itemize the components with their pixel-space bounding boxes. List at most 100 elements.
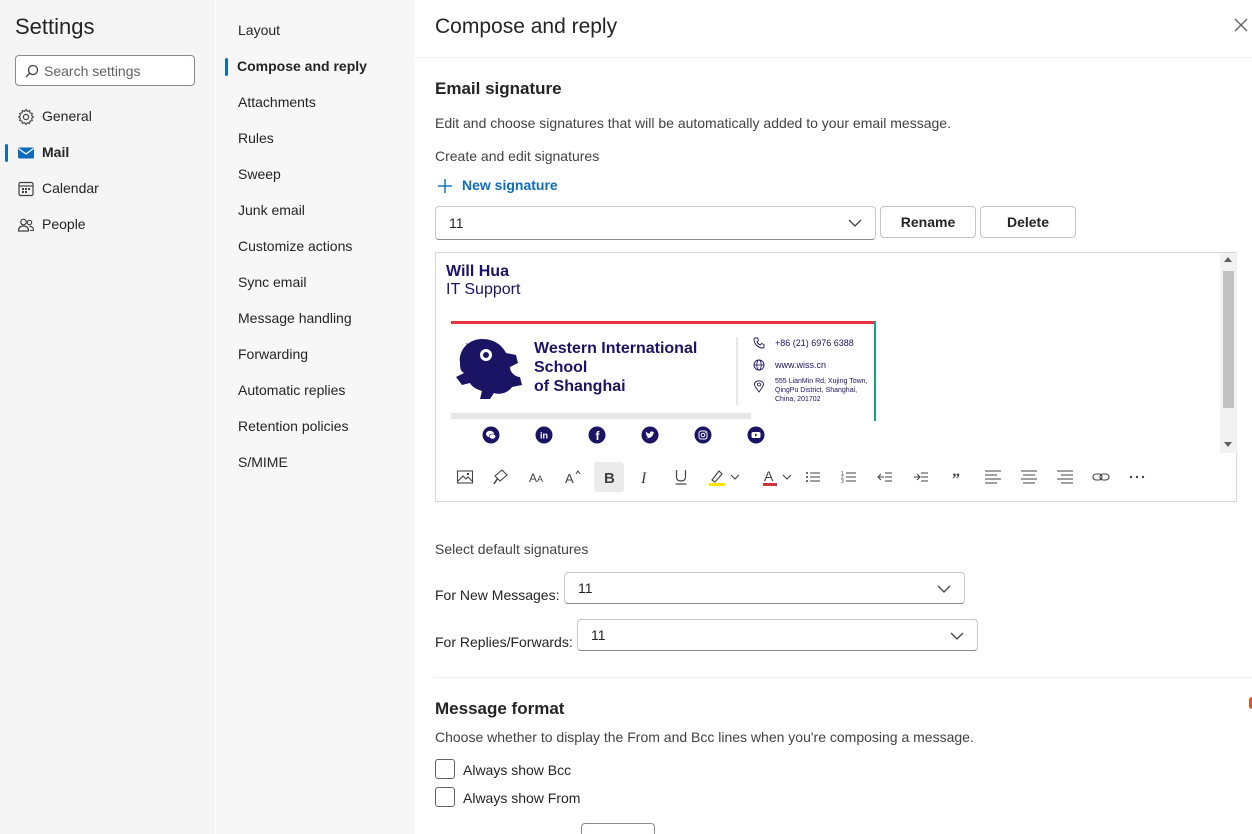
nav-automatic-replies[interactable]: Automatic replies [215, 373, 415, 409]
scroll-thumb[interactable] [1223, 271, 1234, 408]
highlight-button[interactable] [702, 462, 748, 492]
scroll-down-arrow[interactable] [1224, 442, 1232, 447]
align-center-button[interactable] [1014, 462, 1044, 492]
font-size-icon: AA [529, 471, 543, 485]
signature-select[interactable]: 11 [435, 206, 876, 240]
always-show-from-checkbox[interactable] [435, 787, 455, 807]
nav-customize-actions[interactable]: Customize actions [215, 229, 415, 265]
close-icon[interactable] [1233, 17, 1249, 33]
align-right-button[interactable] [1050, 462, 1080, 492]
category-label: General [42, 108, 92, 124]
grow-font-button[interactable]: A [558, 462, 588, 492]
bullets-button[interactable] [798, 462, 828, 492]
nav-sweep[interactable]: Sweep [215, 157, 415, 193]
format-painter-button[interactable] [486, 462, 516, 492]
nav-attachments[interactable]: Attachments [215, 85, 415, 121]
linkedin-icon[interactable]: in [535, 426, 553, 444]
always-show-bcc-label[interactable]: Always show Bcc [463, 762, 571, 778]
more-options-button[interactable] [1122, 462, 1152, 492]
align-right-icon [1057, 470, 1073, 484]
nav-junk-email[interactable]: Junk email [215, 193, 415, 229]
plus-icon [438, 179, 452, 193]
replies-signature-select[interactable]: 11 [577, 619, 978, 651]
school-lion-logo [456, 339, 522, 399]
nav-compose-and-reply[interactable]: Compose and reply [215, 49, 415, 85]
nav-layout[interactable]: Layout [215, 13, 415, 49]
nav-retention-policies[interactable]: Retention policies [215, 409, 415, 445]
instagram-icon[interactable] [694, 426, 712, 444]
insert-image-button[interactable] [450, 462, 480, 492]
chevron-down-icon [848, 219, 862, 227]
numbering-icon: 123 [841, 471, 856, 485]
category-calendar[interactable]: Calendar [0, 171, 214, 207]
link-button[interactable] [1086, 462, 1116, 492]
scroll-up-arrow[interactable] [1224, 257, 1232, 262]
calendar-icon [18, 181, 34, 197]
font-size-button[interactable]: AA [522, 462, 552, 492]
facebook-icon[interactable]: f [588, 426, 606, 444]
create-signatures-label: Create and edit signatures [435, 148, 600, 164]
nav-forwarding[interactable]: Forwarding [215, 337, 415, 373]
nav-smime[interactable]: S/MIME [215, 445, 415, 481]
editor-toolbar: AA A B I A 123 ” [436, 458, 1236, 496]
signature-address-line2: QingPu District, Shanghai, [775, 387, 858, 394]
message-format-select[interactable] [581, 823, 655, 834]
quote-button[interactable]: ” [942, 462, 972, 492]
category-general[interactable]: General [0, 99, 214, 135]
numbering-button[interactable]: 123 [834, 462, 864, 492]
nav-label: Message handling [238, 310, 352, 326]
highlight-icon [709, 470, 740, 486]
nav-label: Forwarding [238, 346, 309, 362]
nav-rules[interactable]: Rules [215, 121, 415, 157]
signature-editor[interactable]: Will Hua IT Support Western Internationa… [435, 252, 1237, 502]
link-icon [1092, 473, 1110, 481]
replies-forwards-label: For Replies/Forwards: [435, 634, 573, 650]
format-painter-icon [493, 469, 508, 485]
nav-label: Customize actions [238, 238, 353, 254]
nav-message-handling[interactable]: Message handling [215, 301, 415, 337]
school-name-line3: of Shanghai [534, 378, 626, 395]
font-color-button[interactable]: A [756, 462, 802, 492]
decrease-indent-button[interactable] [870, 462, 900, 492]
always-show-from-label[interactable]: Always show From [463, 790, 580, 806]
signature-role: IT Support [446, 281, 521, 298]
underline-button[interactable] [666, 462, 696, 492]
quote-icon: ” [952, 471, 960, 486]
always-show-bcc-checkbox[interactable] [435, 759, 455, 779]
replies-value: 11 [591, 627, 606, 643]
youtube-icon[interactable] [747, 426, 765, 444]
bold-button[interactable]: B [594, 462, 624, 492]
nav-label: Retention policies [238, 418, 349, 434]
align-left-icon [985, 470, 1001, 484]
nav-label: Sync email [238, 274, 307, 290]
rename-button[interactable]: Rename [880, 206, 976, 238]
twitter-icon[interactable] [641, 426, 659, 444]
nav-label: Attachments [238, 94, 316, 110]
align-left-button[interactable] [978, 462, 1008, 492]
gear-icon [17, 108, 35, 126]
category-mail[interactable]: Mail [0, 135, 214, 171]
nav-sync-email[interactable]: Sync email [215, 265, 415, 301]
italic-button[interactable]: I [630, 462, 660, 492]
signature-address-line1: 555 LianMin Rd, Xujing Town, [775, 378, 868, 385]
increase-indent-button[interactable] [906, 462, 936, 492]
signature-select-value: 11 [449, 215, 464, 231]
search-settings-box[interactable] [15, 55, 195, 86]
chevron-down-icon [937, 585, 951, 593]
new-messages-signature-select[interactable]: 11 [564, 572, 965, 604]
signature-body[interactable]: Will Hua IT Support Western Internationa… [436, 253, 1220, 453]
category-label: Calendar [42, 180, 99, 196]
phone-icon [753, 337, 765, 349]
settings-title: Settings [15, 14, 95, 39]
delete-button[interactable]: Delete [980, 206, 1076, 238]
wechat-icon[interactable] [482, 426, 500, 444]
email-signature-description: Edit and choose signatures that will be … [435, 115, 951, 131]
font-color-icon: A [763, 468, 792, 486]
editor-scrollbar[interactable] [1220, 253, 1237, 453]
search-input[interactable] [44, 61, 189, 81]
bold-icon: B [604, 470, 615, 486]
school-name-line2: School [534, 359, 588, 376]
svg-text:B: B [604, 470, 615, 486]
chevron-down-icon [950, 632, 964, 640]
category-people[interactable]: People [0, 207, 214, 243]
